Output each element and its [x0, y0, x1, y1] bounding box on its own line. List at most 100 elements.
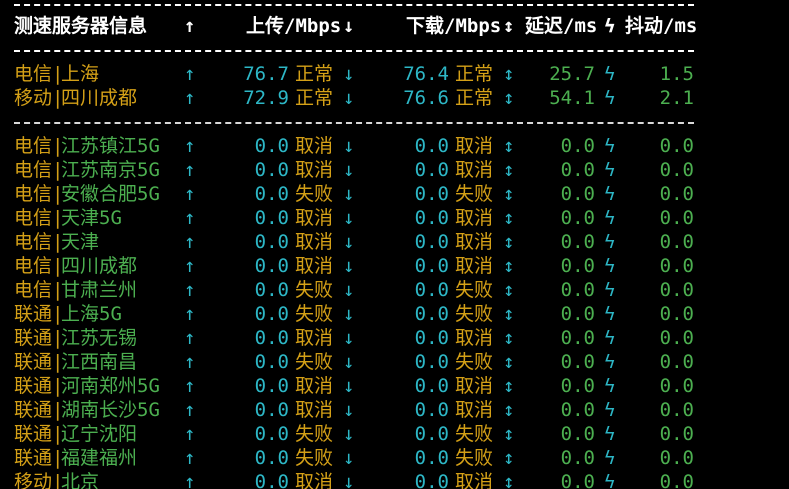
download-value: 0.0: [414, 423, 449, 445]
latency-value: 0.0: [560, 159, 595, 181]
up-arrow-icon: ↑: [184, 255, 196, 277]
header-jitter: 抖动/ms: [625, 15, 698, 37]
jitter-value: 0.0: [659, 231, 694, 253]
isp-label: 联通: [14, 399, 53, 421]
upload-value: 72.9: [243, 87, 289, 109]
upload-status: 取消: [295, 159, 334, 181]
node-name: 江西南昌: [61, 351, 138, 373]
isp-label: 移动: [14, 471, 53, 489]
header-upload: 上传/Mbps: [246, 15, 342, 37]
node-name: 辽宁沈阳: [61, 423, 138, 445]
latency-value: 0.0: [560, 447, 595, 469]
bolt-icon: ϟ: [604, 399, 616, 421]
bolt-icon: ϟ: [604, 303, 616, 325]
bolt-icon: ϟ: [604, 135, 616, 157]
up-arrow-icon: ↑: [184, 279, 196, 301]
upload-status: 正常: [295, 87, 334, 109]
bolt-icon: ϟ: [604, 63, 616, 85]
jitter-value: 0.0: [659, 447, 694, 469]
node-name: 江苏南京5G: [61, 159, 160, 181]
download-value: 0.0: [414, 327, 449, 349]
upload-status: 取消: [295, 327, 334, 349]
up-arrow-icon: ↑: [184, 423, 196, 445]
down-arrow-icon: ↓: [343, 351, 355, 373]
down-arrow-icon: ↓: [343, 183, 355, 205]
bolt-icon: ϟ: [604, 207, 616, 229]
header-node: 测速服务器信息: [14, 15, 148, 37]
down-arrow-icon: ↓: [343, 63, 355, 85]
jitter-value: 0.0: [659, 255, 694, 277]
result-row: 联通 | 河南郑州5G ↑ 0.0 取消 ↓ 0.0 取消 ↕ 0.0 ϟ 0.0: [0, 374, 789, 398]
download-status: 取消: [455, 375, 494, 397]
download-status: 取消: [455, 135, 494, 157]
result-row: 电信 | 江苏南京5G ↑ 0.0 取消 ↓ 0.0 取消 ↕ 0.0 ϟ 0.0: [0, 158, 789, 182]
jitter-value: 0.0: [659, 303, 694, 325]
up-arrow-icon: ↑: [184, 207, 196, 229]
upload-value: 0.0: [254, 207, 289, 229]
result-row: 电信 | 安徽合肥5G ↑ 0.0 失败 ↓ 0.0 失败 ↕ 0.0 ϟ 0.0: [0, 182, 789, 206]
download-value: 0.0: [414, 351, 449, 373]
result-row: 联通 | 上海5G ↑ 0.0 失败 ↓ 0.0 失败 ↕ 0.0 ϟ 0.0: [0, 302, 789, 326]
result-row: 电信 | 天津 ↑ 0.0 取消 ↓ 0.0 取消 ↕ 0.0 ϟ 0.0: [0, 230, 789, 254]
upload-status: 取消: [295, 231, 334, 253]
bolt-icon: ϟ: [604, 159, 616, 181]
down-arrow-icon: ↓: [343, 375, 355, 397]
bolt-icon: ϟ: [604, 231, 616, 253]
bolt-icon: ϟ: [604, 375, 616, 397]
node-name: 安徽合肥5G: [61, 183, 160, 205]
jitter-value: 0.0: [659, 399, 694, 421]
latency-value: 0.0: [560, 399, 595, 421]
up-arrow-icon: ↑: [184, 375, 196, 397]
result-row: 电信 | 上海 ↑ 76.7 正常 ↓ 76.4 正常 ↕ 25.7 ϟ 1.5: [0, 62, 789, 86]
updown-arrow-icon: ↕: [503, 135, 515, 157]
upload-status: 失败: [295, 351, 334, 373]
node-name: 江苏无锡: [61, 327, 138, 349]
updown-arrow-icon: ↕: [503, 159, 515, 181]
result-row: 电信 | 江苏镇江5G ↑ 0.0 取消 ↓ 0.0 取消 ↕ 0.0 ϟ 0.0: [0, 134, 789, 158]
jitter-value: 0.0: [659, 375, 694, 397]
up-arrow-icon: ↑: [184, 303, 196, 325]
download-value: 0.0: [414, 375, 449, 397]
result-row: 联通 | 福建福州 ↑ 0.0 失败 ↓ 0.0 失败 ↕ 0.0 ϟ 0.0: [0, 446, 789, 470]
upload-value: 0.0: [254, 423, 289, 445]
latency-value: 25.7: [549, 63, 595, 85]
isp-label: 联通: [14, 351, 53, 373]
isp-label: 电信: [14, 63, 53, 85]
up-arrow-icon: ↑: [184, 351, 196, 373]
isp-label: 联通: [14, 375, 53, 397]
node-name: 北京: [61, 471, 100, 489]
download-value: 0.0: [414, 135, 449, 157]
isp-label: 联通: [14, 327, 53, 349]
down-arrow-icon: ↓: [343, 303, 355, 325]
updown-arrow-icon: ↕: [503, 471, 515, 489]
result-row: 电信 | 四川成都 ↑ 0.0 取消 ↓ 0.0 取消 ↕ 0.0 ϟ 0.0: [0, 254, 789, 278]
node-name: 上海: [61, 63, 100, 85]
down-arrow-icon: ↓: [343, 327, 355, 349]
jitter-value: 0.0: [659, 471, 694, 489]
latency-value: 0.0: [560, 375, 595, 397]
down-arrow-icon: ↓: [343, 231, 355, 253]
download-status: 取消: [455, 471, 494, 489]
node-name: 四川成都: [61, 87, 138, 109]
download-status: 正常: [455, 63, 494, 85]
latency-value: 0.0: [560, 183, 595, 205]
jitter-value: 2.1: [659, 87, 694, 109]
download-value: 76.4: [403, 63, 449, 85]
updown-arrow-icon: ↕: [503, 423, 515, 445]
bolt-icon: ϟ: [604, 471, 616, 489]
upload-status: 失败: [295, 423, 334, 445]
down-arrow-icon: ↓: [343, 399, 355, 421]
upload-status: 取消: [295, 471, 334, 489]
isp-label: 电信: [14, 231, 53, 253]
up-arrow-icon: ↑: [184, 87, 196, 109]
latency-value: 0.0: [560, 279, 595, 301]
node-name: 江苏镇江5G: [61, 135, 160, 157]
result-row: 联通 | 江西南昌 ↑ 0.0 失败 ↓ 0.0 失败 ↕ 0.0 ϟ 0.0: [0, 350, 789, 374]
bolt-icon: ϟ: [604, 255, 616, 277]
download-status: 正常: [455, 87, 494, 109]
terminal-window: 测速服务器信息 ↑ 上传/Mbps ↓ 下载/Mbps ↕ 延迟/ms ϟ 抖动…: [0, 0, 789, 489]
bolt-icon: ϟ: [604, 279, 616, 301]
updown-arrow-icon: ↕: [503, 207, 515, 229]
down-arrow-icon: ↓: [343, 135, 355, 157]
upload-status: 失败: [295, 183, 334, 205]
